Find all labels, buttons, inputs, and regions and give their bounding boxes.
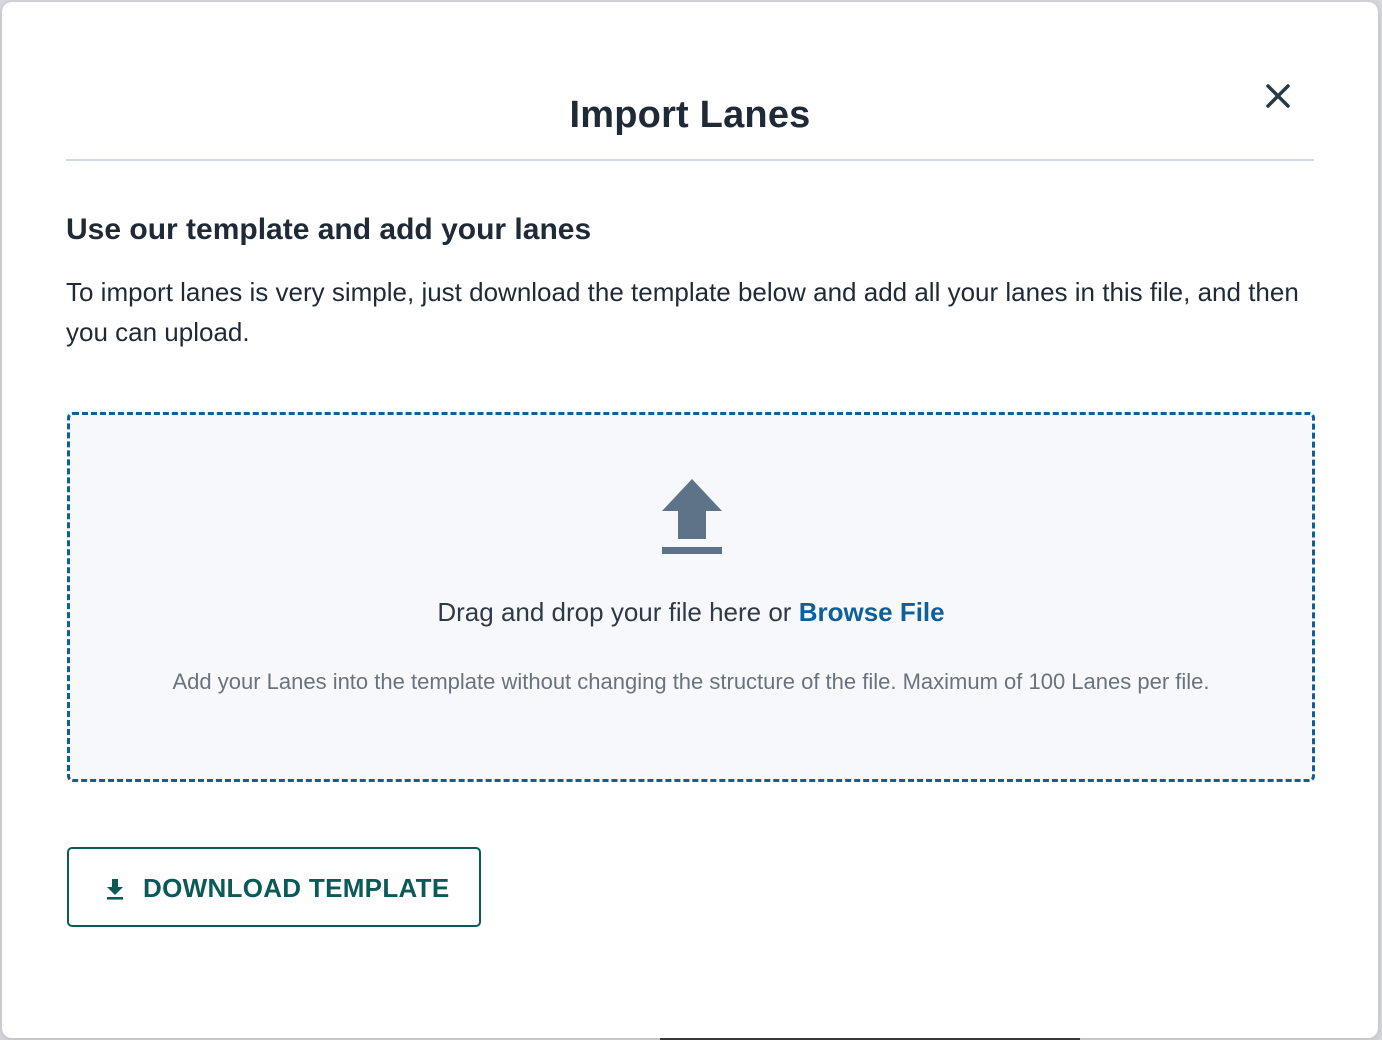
browse-file-link[interactable]: Browse File [799,597,945,627]
modal-title: Import Lanes [569,94,811,136]
section-description: To import lanes is very simple, just dow… [66,277,1299,347]
download-template-label: DOWNLOAD TEMPLATE [143,873,450,903]
import-lanes-modal: Import Lanes Use our template and add yo… [2,2,1378,1038]
drop-instructions: Drag and drop your file here or Browse F… [70,597,1312,628]
file-dropzone[interactable]: Drag and drop your file here or Browse F… [67,412,1315,782]
section-heading: Use our template and add your lanes [66,213,592,246]
drop-prompt: Drag and drop your file here or [437,597,799,627]
close-button[interactable] [1260,78,1296,114]
close-icon [1266,84,1290,108]
download-template-button[interactable]: DOWNLOAD TEMPLATE [67,847,481,927]
drop-note: Add your Lanes into the template without… [172,669,1210,694]
download-icon [107,879,123,900]
upload-icon [662,479,722,554]
header-divider [66,159,1314,161]
